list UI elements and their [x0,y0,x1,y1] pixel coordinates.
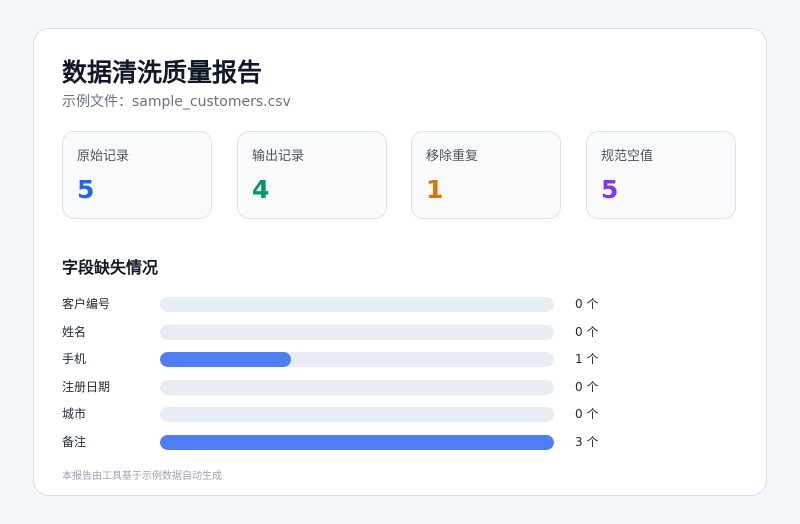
stat-value: 5 [77,175,95,204]
field-name: 备注 [62,434,87,449]
missing-count: 3 个 [575,434,599,449]
field-name: 姓名 [62,324,87,339]
report-footer-note: 本报告由工具基于示例数据自动生成 [62,471,222,482]
stat-label: 规范空值 [601,149,654,164]
field-name: 注册日期 [62,379,111,394]
field-name: 手机 [62,352,87,367]
missing-row: 客户编号 0 个 [62,293,722,321]
missing-row: 手机 1 个 [62,348,722,376]
missing-bar-fill [160,434,554,450]
section-title-missing-fields: 字段缺失情况 [62,258,159,277]
page-title: 数据清洗质量报告 [62,58,263,87]
stat-value: 4 [252,175,270,204]
report-card: 数据清洗质量报告 示例文件：sample_customers.csv 原始记录 … [33,28,767,496]
missing-bar-track [160,407,554,423]
missing-bar-track [160,297,554,312]
missing-bar-track [160,324,554,340]
missing-count: 0 个 [575,407,599,422]
stat-value: 1 [426,175,444,204]
missing-row: 姓名 0 个 [62,321,722,349]
missing-count: 0 个 [575,297,599,311]
field-name: 客户编号 [62,297,111,311]
stat-card-normalized-nulls: 规范空值 5 [586,131,736,219]
missing-row: 备注 3 个 [62,431,722,459]
missing-count: 0 个 [575,379,599,394]
field-name: 城市 [62,407,87,422]
stats-row: 原始记录 5 输出记录 4 移除重复 1 规范空值 5 [62,131,736,219]
missing-row: 注册日期 0 个 [62,376,722,404]
stat-value: 5 [601,175,619,204]
stat-card-output-records: 输出记录 4 [237,131,387,219]
missing-row: 城市 0 个 [62,403,722,431]
missing-bar-track [160,352,554,368]
stat-card-removed-duplicates: 移除重复 1 [411,131,561,219]
missing-bar-track [160,379,554,395]
stat-card-original-records: 原始记录 5 [62,131,212,219]
stat-label: 原始记录 [77,149,130,164]
page-subtitle: 示例文件：sample_customers.csv [62,94,291,110]
stat-label: 移除重复 [426,149,479,164]
missing-count: 0 个 [575,324,599,339]
missing-bar-fill [160,352,292,368]
missing-fields-list: 客户编号 0 个 姓名 0 个 手机 1 个 注册日期 0 个 城市 0 个 备… [62,293,722,459]
stat-label: 输出记录 [252,149,305,164]
missing-count: 1 个 [575,352,599,367]
missing-bar-track [160,434,554,450]
